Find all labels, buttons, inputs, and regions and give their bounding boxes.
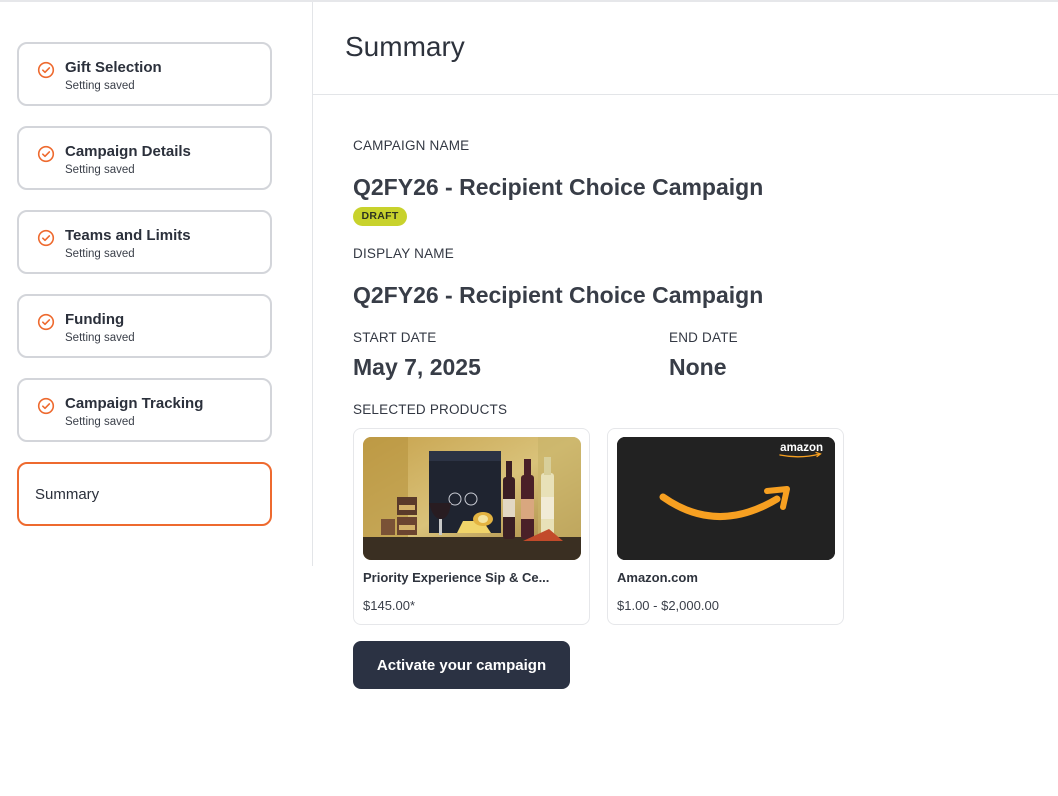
product-name: Priority Experience Sip & Ce... bbox=[363, 570, 550, 585]
product-price: $145.00* bbox=[363, 598, 416, 613]
sidebar-step-summary[interactable]: Summary bbox=[17, 462, 272, 526]
header-divider bbox=[313, 94, 1058, 95]
selected-products-label: SELECTED PRODUCTS bbox=[353, 402, 508, 417]
display-name-label: DISPLAY NAME bbox=[353, 246, 454, 261]
sidebar-step-campaign-details[interactable]: Campaign Details Setting saved bbox=[17, 126, 272, 190]
step-status: Setting saved bbox=[65, 80, 135, 92]
check-circle-icon bbox=[37, 229, 55, 247]
start-date: May 7, 2025 bbox=[353, 354, 481, 380]
step-status: Setting saved bbox=[65, 416, 135, 428]
start-date-label: START DATE bbox=[353, 330, 437, 345]
end-date-label: END DATE bbox=[669, 330, 738, 345]
product-image-amazon-gift-card: amazon bbox=[617, 437, 835, 560]
step-status: Setting saved bbox=[65, 332, 135, 344]
step-title: Summary bbox=[35, 486, 100, 503]
sidebar: Gift Selection Setting saved Campaign De… bbox=[0, 2, 313, 566]
step-title: Campaign Tracking bbox=[65, 395, 204, 412]
step-title: Teams and Limits bbox=[65, 227, 191, 244]
display-name: Q2FY26 - Recipient Choice Campaign bbox=[353, 282, 764, 308]
campaign-name: Q2FY26 - Recipient Choice Campaign bbox=[353, 174, 764, 200]
step-status: Setting saved bbox=[65, 164, 135, 176]
product-price: $1.00 - $2,000.00 bbox=[617, 598, 719, 613]
step-title: Campaign Details bbox=[65, 143, 191, 160]
step-title: Gift Selection bbox=[65, 59, 162, 76]
step-title: Funding bbox=[65, 311, 125, 328]
product-name: Amazon.com bbox=[617, 570, 698, 585]
product-card[interactable]: Priority Experience Sip & Ce... $145.00* bbox=[353, 428, 590, 625]
sidebar-step-funding[interactable]: Funding Setting saved bbox=[17, 294, 272, 358]
sidebar-step-gift-selection[interactable]: Gift Selection Setting saved bbox=[17, 42, 272, 106]
page-title: Summary bbox=[345, 31, 465, 62]
product-image-wine-gift-box bbox=[363, 437, 581, 560]
check-circle-icon bbox=[37, 313, 55, 331]
product-card[interactable]: amazon Amazon.com $1.00 - $2,000.00 bbox=[607, 428, 844, 625]
step-status: Setting saved bbox=[65, 248, 135, 260]
campaign-name-label: CAMPAIGN NAME bbox=[353, 138, 470, 153]
sidebar-step-campaign-tracking[interactable]: Campaign Tracking Setting saved bbox=[17, 378, 272, 442]
end-date: None bbox=[669, 354, 727, 380]
check-circle-icon bbox=[37, 145, 55, 163]
activate-campaign-button[interactable]: Activate your campaign bbox=[353, 641, 570, 689]
check-circle-icon bbox=[37, 61, 55, 79]
status-badge: DRAFT bbox=[353, 207, 407, 226]
sidebar-step-teams-and-limits[interactable]: Teams and Limits Setting saved bbox=[17, 210, 272, 274]
check-circle-icon bbox=[37, 397, 55, 415]
